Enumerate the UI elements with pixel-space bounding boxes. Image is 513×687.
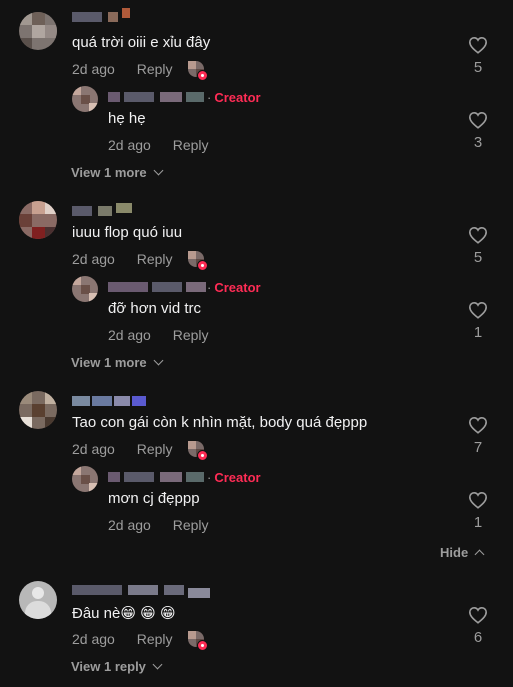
- heart-icon: [197, 70, 208, 81]
- reply-button[interactable]: Reply: [173, 137, 209, 153]
- username-blurred[interactable]: [72, 585, 212, 598]
- creator-liked-avatar: [188, 251, 208, 271]
- view-replies[interactable]: View 1 reply: [71, 659, 163, 674]
- comment-text: iuuu flop quó iuu: [72, 224, 183, 241]
- chevron-down-icon: [153, 165, 164, 176]
- avatar[interactable]: [19, 581, 57, 619]
- reply-button[interactable]: Reply: [137, 441, 173, 457]
- reply-button[interactable]: Reply: [137, 61, 173, 77]
- reply-button[interactable]: Reply: [137, 251, 173, 267]
- username-blurred[interactable]: [72, 396, 147, 406]
- chevron-up-icon: [474, 549, 485, 560]
- comment-meta: 2d ago Reply: [72, 441, 173, 457]
- avatar[interactable]: [19, 201, 57, 239]
- heart-outline-icon[interactable]: [468, 36, 488, 54]
- reply-meta: 2d ago Reply: [108, 327, 209, 343]
- avatar[interactable]: [72, 466, 98, 492]
- username-blurred[interactable]: [108, 472, 208, 482]
- reply-time: 2d ago: [108, 327, 151, 343]
- reply-meta: 2d ago Reply: [108, 137, 209, 153]
- reply-time: 2d ago: [108, 137, 151, 153]
- chevron-down-icon: [152, 659, 163, 670]
- username-blurred[interactable]: [108, 282, 208, 292]
- heart-outline-icon[interactable]: [468, 606, 488, 624]
- comment-time: 2d ago: [72, 61, 115, 77]
- comment-text: quá trời oiii e xỉu đây: [72, 34, 211, 51]
- heart-outline-icon[interactable]: [468, 301, 488, 319]
- creator-badge: · Creator: [207, 90, 261, 105]
- reply-button[interactable]: Reply: [173, 327, 209, 343]
- heart-outline-icon[interactable]: [468, 111, 488, 129]
- creator-badge: · Creator: [207, 280, 261, 295]
- chevron-down-icon: [153, 355, 164, 366]
- like-count: 1: [473, 324, 483, 341]
- comment-meta: 2d ago Reply: [72, 251, 173, 267]
- comment-text: Đâu nè😁 😁 😁: [72, 605, 176, 622]
- heart-icon: [197, 450, 208, 461]
- comment-time: 2d ago: [72, 441, 115, 457]
- heart-icon: [197, 260, 208, 271]
- reply-text: đỡ hơn vid trc: [108, 300, 202, 317]
- comment-meta: 2d ago Reply: [72, 61, 173, 77]
- comment-time: 2d ago: [72, 251, 115, 267]
- creator-liked-avatar: [188, 61, 208, 81]
- reply-meta: 2d ago Reply: [108, 517, 209, 533]
- creator-liked-avatar: [188, 441, 208, 461]
- like-count: 5: [473, 59, 483, 76]
- like-count: 3: [473, 134, 483, 151]
- hide-replies-button[interactable]: Hide: [440, 545, 485, 560]
- heart-outline-icon[interactable]: [468, 416, 488, 434]
- avatar[interactable]: [19, 391, 57, 429]
- reply-button[interactable]: Reply: [173, 517, 209, 533]
- username-blurred[interactable]: [72, 8, 132, 22]
- reply-text: mơn cj đẹppp: [108, 490, 200, 507]
- creator-badge: · Creator: [207, 470, 261, 485]
- comment-time: 2d ago: [72, 631, 115, 647]
- heart-icon: [197, 640, 208, 651]
- view-more-replies[interactable]: View 1 more: [71, 165, 164, 180]
- comment-meta: 2d ago Reply: [72, 631, 173, 647]
- reply-button[interactable]: Reply: [137, 631, 173, 647]
- reply-text: hẹ hẹ: [108, 110, 146, 127]
- heart-outline-icon[interactable]: [468, 226, 488, 244]
- heart-outline-icon[interactable]: [468, 491, 488, 509]
- reply-time: 2d ago: [108, 517, 151, 533]
- username-blurred[interactable]: [108, 92, 208, 102]
- like-count: 7: [473, 439, 483, 456]
- username-blurred[interactable]: [72, 203, 132, 216]
- creator-liked-avatar: [188, 631, 208, 651]
- like-count: 6: [473, 629, 483, 646]
- view-more-replies[interactable]: View 1 more: [71, 355, 164, 370]
- like-count: 1: [473, 514, 483, 531]
- avatar[interactable]: [72, 86, 98, 112]
- avatar[interactable]: [72, 276, 98, 302]
- like-count: 5: [473, 249, 483, 266]
- avatar[interactable]: [19, 12, 57, 50]
- comment-text: Tao con gái còn k nhìn mặt, body quá đẹp…: [72, 414, 368, 431]
